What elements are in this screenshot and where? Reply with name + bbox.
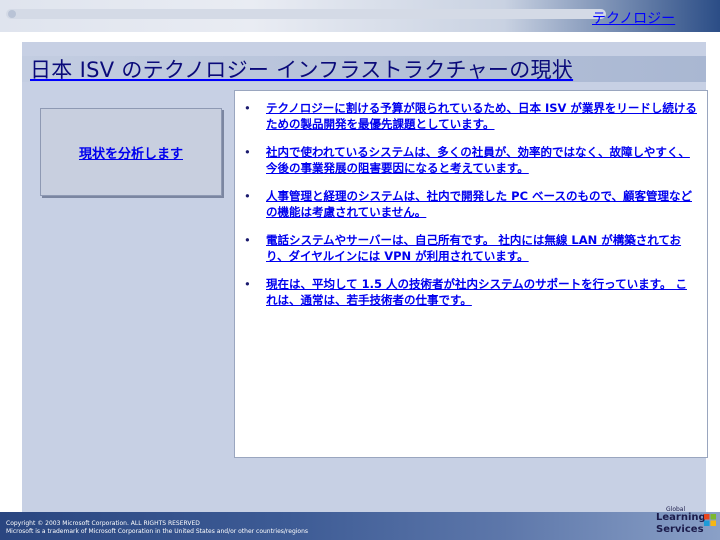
list-item: • 社内で使われているシステムは、多くの社員が、効率的ではなく、故障しやすく、今… <box>238 144 698 176</box>
list-item: • 現在は、平均して 1.5 人の技術者が社内システムのサポートを行っています。… <box>238 276 698 308</box>
bullet-list: • テクノロジーに割ける予算が限られているため、日本 ISV が業界をリードし続… <box>238 100 698 320</box>
logo-services-text: Services <box>656 524 704 535</box>
copyright-notice: Copyright © 2003 Microsoft Corporation. … <box>6 520 308 536</box>
progress-dot <box>8 10 16 18</box>
windows-flag-icon <box>704 514 716 526</box>
copyright-line: Copyright © 2003 Microsoft Corporation. … <box>6 520 200 527</box>
analysis-box[interactable]: 現状を分析します <box>40 108 222 196</box>
bullet-marker: • <box>244 233 251 247</box>
list-item: • テクノロジーに割ける予算が限られているため、日本 ISV が業界をリードし続… <box>238 100 698 132</box>
bullet-marker: • <box>244 101 251 115</box>
list-item: • 電話システムやサーバーは、自己所有です。 社内には無線 LAN が構築されて… <box>238 232 698 264</box>
list-item: • 人事管理と経理のシステムは、社内で開発した PC ベースのもので、顧客管理な… <box>238 188 698 220</box>
bullet-link[interactable]: 人事管理と経理のシステムは、社内で開発した PC ベースのもので、顧客管理などの… <box>266 189 692 219</box>
flag-yellow-square <box>710 520 716 526</box>
section-link[interactable]: テクノロジー <box>592 8 675 28</box>
progress-track <box>6 9 606 19</box>
learning-services-logo: Global Learning Services <box>652 506 718 540</box>
bullet-link[interactable]: テクノロジーに割ける予算が限られているため、日本 ISV が業界をリードし続ける… <box>266 101 697 131</box>
bullet-marker: • <box>244 189 251 203</box>
page-title: 日本 ISV のテクノロジー インフラストラクチャーの現状 <box>30 58 574 82</box>
bullet-link[interactable]: 現在は、平均して 1.5 人の技術者が社内システムのサポートを行っています。 こ… <box>266 277 687 307</box>
analysis-link[interactable]: 現状を分析します <box>79 143 183 162</box>
bullet-marker: • <box>244 277 251 291</box>
flag-blue-square <box>704 520 710 526</box>
logo-learning-text: Learning <box>656 512 706 523</box>
trademark-line: Microsoft is a trademark of Microsoft Co… <box>6 528 309 535</box>
flag-red-square <box>704 514 710 520</box>
flag-green-square <box>710 514 716 520</box>
bullet-marker: • <box>244 145 251 159</box>
bullet-link[interactable]: 社内で使われているシステムは、多くの社員が、効率的ではなく、故障しやすく、今後の… <box>266 145 690 175</box>
bullet-link[interactable]: 電話システムやサーバーは、自己所有です。 社内には無線 LAN が構築されており… <box>266 233 681 263</box>
